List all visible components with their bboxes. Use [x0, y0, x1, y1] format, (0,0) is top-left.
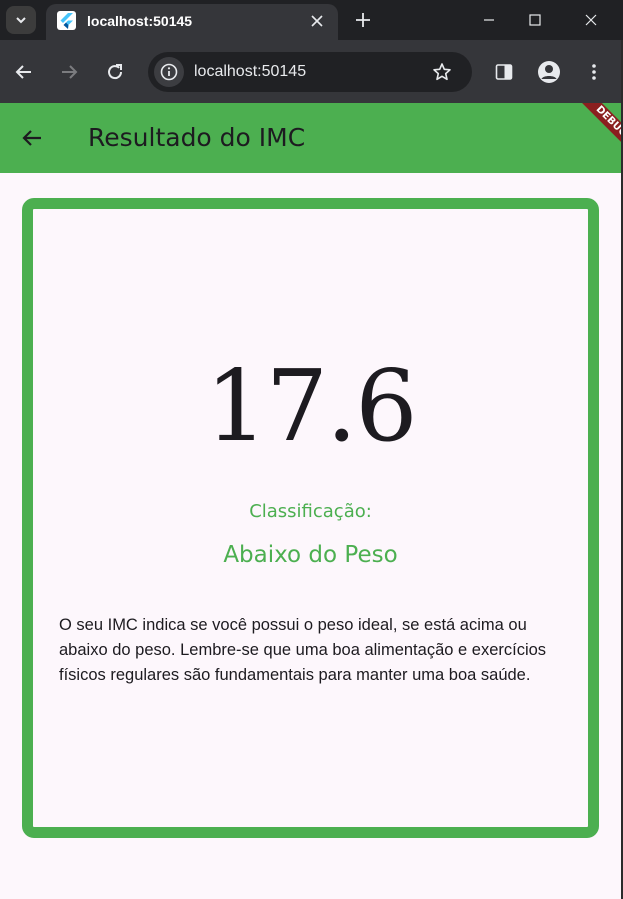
close-icon [311, 15, 323, 27]
arrow-right-icon [62, 65, 78, 79]
classification-value: Abaixo do Peso [223, 542, 398, 568]
reload-icon [108, 64, 123, 80]
address-bar[interactable]: localhost:50145 [148, 52, 472, 92]
new-tab-button[interactable] [350, 7, 376, 33]
back-nav-button[interactable] [16, 122, 48, 154]
maximize-icon [529, 14, 541, 26]
plus-icon [356, 13, 370, 27]
main-content: 17.6 Classificação: Abaixo do Peso O seu… [0, 173, 621, 899]
browser-toolbar: localhost:50145 [0, 40, 623, 103]
side-panel-button[interactable] [489, 57, 519, 87]
result-card: 17.6 Classificação: Abaixo do Peso O seu… [22, 198, 599, 838]
profile-button[interactable] [534, 57, 564, 87]
tab-close-button[interactable] [308, 12, 326, 30]
info-icon [160, 63, 178, 81]
minimize-icon [484, 19, 494, 21]
url-text[interactable]: localhost:50145 [194, 63, 306, 81]
tab-search-button[interactable] [6, 6, 36, 34]
browser-tab[interactable]: localhost:50145 [46, 4, 338, 40]
maximize-button[interactable] [512, 4, 558, 36]
profile-icon [538, 61, 560, 83]
app-bar: Resultado do IMC DEBUG [0, 103, 621, 173]
browser-menu-button[interactable] [579, 57, 609, 87]
side-panel-icon [495, 64, 513, 80]
tab-title: localhost:50145 [87, 13, 193, 29]
kebab-menu-icon [592, 64, 596, 80]
page-title: Resultado do IMC [88, 123, 306, 152]
forward-button[interactable] [54, 57, 84, 87]
bookmark-button[interactable] [428, 58, 456, 86]
minimize-button[interactable] [466, 4, 512, 36]
back-button[interactable] [9, 57, 39, 87]
classification-label: Classificação: [249, 501, 372, 522]
close-icon [585, 14, 597, 26]
window-close-button[interactable] [569, 4, 613, 36]
reload-button[interactable] [100, 57, 130, 87]
arrow-left-icon [15, 65, 31, 79]
site-info-button[interactable] [154, 57, 184, 87]
star-icon [433, 63, 451, 81]
arrow-back-icon [22, 130, 41, 146]
flutter-icon [57, 11, 76, 30]
imc-value: 17.6 [205, 350, 417, 464]
chevron-down-icon [16, 17, 26, 24]
debug-banner: DEBUG [567, 103, 621, 166]
imc-description: O seu IMC indica se você possui o peso i… [59, 616, 547, 684]
browser-tabstrip: localhost:50145 [0, 0, 623, 40]
